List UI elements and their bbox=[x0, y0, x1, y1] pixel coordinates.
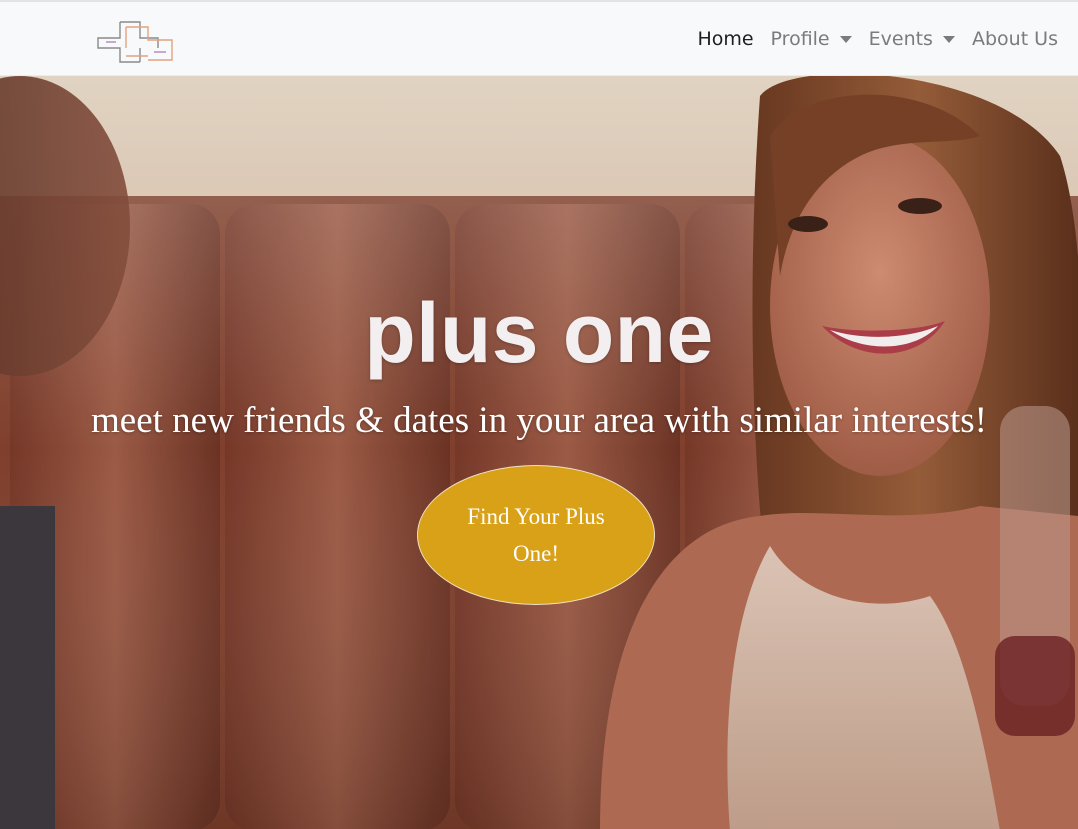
hero-title: plus one bbox=[364, 286, 714, 380]
hero-subtitle: meet new friends & dates in your area wi… bbox=[91, 400, 987, 441]
nav-profile-label: Profile bbox=[770, 28, 830, 50]
nav-home-label: Home bbox=[697, 28, 754, 50]
top-navbar: Home Profile Events About Us bbox=[0, 2, 1078, 76]
nav-events-label: Events bbox=[868, 28, 933, 50]
caret-down-icon bbox=[942, 35, 955, 43]
nav-links: Home Profile Events About Us bbox=[680, 2, 1058, 76]
hero-background-photo bbox=[0, 76, 1078, 829]
hero-section: plus one meet new friends & dates in you… bbox=[0, 76, 1078, 829]
nav-home-link[interactable]: Home bbox=[697, 28, 753, 50]
nav-about-label: About Us bbox=[971, 28, 1058, 50]
find-plus-one-button[interactable]: Find Your Plus One! bbox=[417, 465, 655, 605]
nav-about-link[interactable]: About Us bbox=[972, 28, 1058, 50]
nav-profile-dropdown[interactable]: Profile bbox=[771, 28, 852, 50]
plus-one-logo-icon[interactable] bbox=[96, 18, 174, 64]
caret-down-icon bbox=[839, 35, 852, 43]
browser-viewport: Home Profile Events About Us plus one me… bbox=[0, 0, 1078, 829]
nav-events-dropdown[interactable]: Events bbox=[869, 28, 955, 50]
